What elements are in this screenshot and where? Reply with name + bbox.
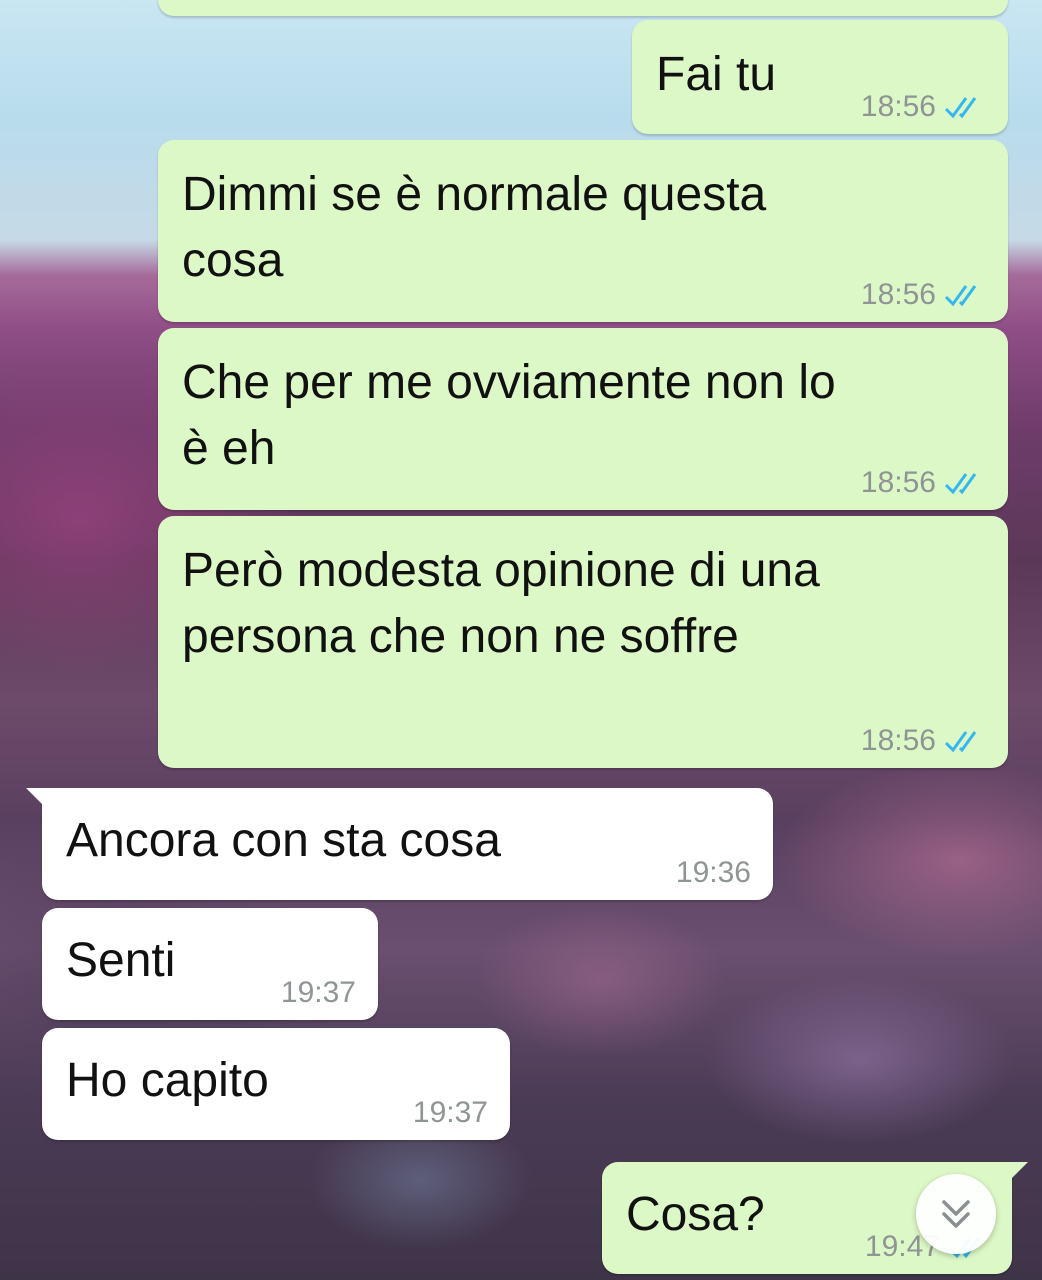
read-receipt-double-check-icon [944, 731, 977, 753]
message-bubble-incoming[interactable]: Ancora con sta cosa 19:36 [26, 788, 773, 900]
message-bubble-outgoing[interactable]: Che per me ovviamente non lo è eh 18:56 [158, 328, 1008, 510]
scroll-to-bottom-button[interactable] [916, 1174, 996, 1254]
message-time: 19:37 [280, 976, 356, 1009]
read-receipt-double-check-icon [944, 473, 977, 495]
message-meta: 18:56 [861, 90, 986, 124]
message-text: Fai tu [656, 48, 777, 101]
message-meta: 19:36 [676, 856, 751, 890]
message-bubble-outgoing[interactable] [158, 0, 1008, 16]
message-text: Però modesta opinione di una persona che… [182, 544, 820, 663]
message-time: 19:36 [675, 856, 751, 889]
message-bubble-incoming[interactable]: Senti 19:37 [42, 908, 378, 1020]
message-time: 18:56 [860, 278, 936, 311]
message-meta: 18:56 [861, 466, 986, 500]
message-text: Senti [66, 934, 176, 987]
message-meta: 18:56 [861, 724, 986, 758]
read-receipt-double-check-icon [944, 97, 977, 119]
message-time: 18:56 [860, 466, 936, 499]
message-text: Dimmi se è normale questa cosa [182, 168, 767, 287]
message-text: Che per me ovviamente non lo è eh [182, 356, 836, 475]
message-bubble-outgoing[interactable]: Dimmi se è normale questa cosa 18:56 [158, 140, 1008, 322]
message-bubble-incoming[interactable]: Ho capito 19:37 [42, 1028, 510, 1140]
bubble-tail [26, 788, 44, 806]
message-time: 19:37 [412, 1096, 488, 1129]
read-receipt-double-check-icon [944, 285, 977, 307]
message-text: Cosa? [626, 1188, 765, 1241]
message-text: Ho capito [66, 1054, 269, 1107]
message-bubble-outgoing[interactable]: Fai tu 18:56 [632, 20, 1008, 134]
message-time: 18:56 [860, 724, 936, 757]
message-time: 18:56 [860, 90, 936, 123]
double-chevron-down-icon [942, 1200, 970, 1228]
message-meta: 18:56 [861, 278, 986, 312]
bubble-tail [1010, 1162, 1028, 1180]
message-meta: 19:37 [281, 976, 356, 1010]
message-text: Ancora con sta cosa [66, 814, 501, 867]
message-bubble-outgoing[interactable]: Però modesta opinione di una persona che… [158, 516, 1008, 768]
message-meta: 19:37 [413, 1096, 488, 1130]
